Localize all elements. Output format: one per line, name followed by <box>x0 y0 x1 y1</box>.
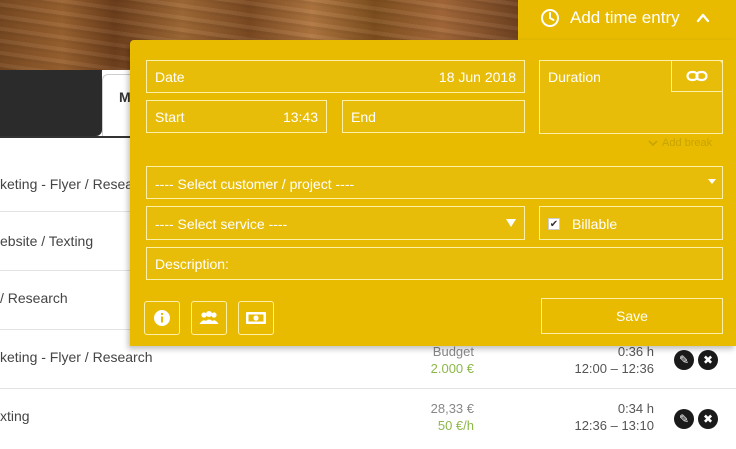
start-value: 13:43 <box>282 109 318 125</box>
add-break-link[interactable]: Add break <box>648 137 712 149</box>
billable-checkbox[interactable]: ✔ <box>548 218 560 230</box>
row-cost: 28,33 € <box>430 401 474 416</box>
add-time-entry-toggle[interactable]: Add time entry <box>540 6 710 30</box>
row-time: 0:36 h 12:00 – 12:36 <box>574 343 654 377</box>
row-time-range: 12:00 – 12:36 <box>574 361 654 376</box>
info-button[interactable] <box>144 301 180 335</box>
end-label: End <box>351 109 376 125</box>
row-project-label: keting - Flyer / Research <box>0 349 153 365</box>
description-field[interactable]: Description: <box>146 247 723 280</box>
caret-down-icon <box>506 219 516 227</box>
tools-icon[interactable]: ✖ <box>698 409 718 429</box>
chevron-down-icon <box>648 140 658 147</box>
table-row[interactable]: xting 28,33 € 50 €/h 0:34 h 12:36 – 13:1… <box>0 390 736 448</box>
money-icon <box>246 312 266 324</box>
start-label: Start <box>155 109 185 125</box>
billable-label: Billable <box>572 216 618 232</box>
tab-active-label: M <box>119 89 131 105</box>
row-rate: 50 €/h <box>437 418 474 433</box>
row-time-range: 12:36 – 13:10 <box>574 418 654 433</box>
duration-field[interactable]: Duration <box>539 60 723 134</box>
tools-icon[interactable]: ✖ <box>698 350 718 370</box>
save-button[interactable]: Save <box>541 298 723 334</box>
date-value: 18 Jun 2018 <box>438 69 516 85</box>
description-label: Description: <box>155 256 229 272</box>
caret-down-icon <box>708 179 716 184</box>
billable-field[interactable]: ✔ Billable <box>539 206 723 240</box>
clock-icon <box>541 9 559 27</box>
date-label: Date <box>155 69 185 85</box>
tab-dark[interactable] <box>0 70 102 136</box>
edit-icon[interactable]: ✎ <box>674 409 694 429</box>
chevron-up-icon <box>696 13 709 23</box>
link-icon <box>686 70 708 82</box>
info-icon <box>154 310 170 326</box>
row-project-label: / Research <box>0 290 68 306</box>
add-break-label: Add break <box>662 137 713 149</box>
tab-underline <box>0 136 140 138</box>
money-button[interactable] <box>238 301 274 335</box>
customer-project-placeholder: ---- Select customer / project ---- <box>155 176 355 192</box>
team-button[interactable] <box>191 301 227 335</box>
service-placeholder: ---- Select service ---- <box>155 216 288 232</box>
row-duration: 0:34 h <box>617 401 654 416</box>
row-project-label: xting <box>0 408 30 424</box>
time-entry-panel: Date 18 Jun 2018 Start 13:43 End Duratio… <box>130 40 736 346</box>
row-budget-value: 2.000 € <box>430 361 474 376</box>
row-money: Budget 2.000 € <box>431 343 474 377</box>
add-time-entry-label: Add time entry <box>570 8 680 27</box>
customer-project-select[interactable]: ---- Select customer / project ---- <box>146 166 723 199</box>
start-field[interactable]: Start 13:43 <box>146 100 327 133</box>
end-field[interactable]: End <box>342 100 525 133</box>
edit-icon[interactable]: ✎ <box>674 350 694 370</box>
row-project-label: ebsite / Texting <box>0 233 94 249</box>
team-icon <box>199 311 219 324</box>
date-field[interactable]: Date 18 Jun 2018 <box>146 60 525 93</box>
link-toggle-button[interactable] <box>671 60 723 92</box>
row-time: 0:34 h 12:36 – 13:10 <box>574 400 654 434</box>
row-money: 28,33 € 50 €/h <box>431 400 474 434</box>
duration-label: Duration <box>548 69 601 85</box>
service-select[interactable]: ---- Select service ---- <box>146 206 525 240</box>
